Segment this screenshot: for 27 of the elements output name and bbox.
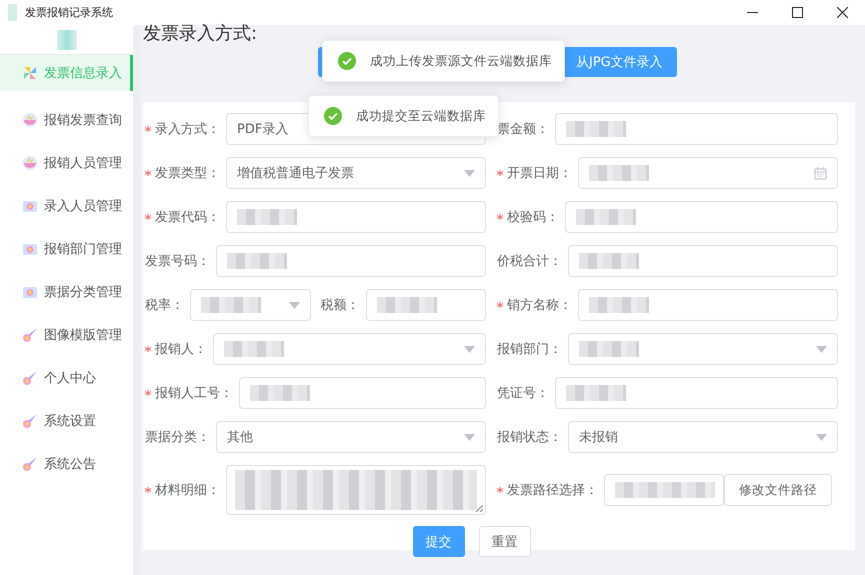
field-value: 增值税普通电子发票	[237, 164, 354, 182]
page-heading: 发票录入方式:	[143, 25, 258, 46]
field-label: 报销人：	[155, 341, 207, 358]
field-label: 票据分类：	[145, 429, 210, 446]
field-label: 开票日期：	[507, 165, 572, 182]
field-label: 发票类型：	[155, 165, 220, 182]
field-label: 税额：	[320, 297, 360, 314]
field-value: 未报销	[579, 429, 618, 446]
field-value: PDF录入	[237, 121, 288, 138]
field-label: 校验码：	[507, 209, 559, 226]
field-label: 报销人工号：	[155, 385, 233, 402]
field-label: 材料明细：	[155, 482, 220, 499]
window-title: 发票报销记录系统	[25, 5, 113, 20]
field-value: 其他	[227, 429, 253, 446]
field-label: 税率：	[145, 297, 184, 314]
field-label: 价税合计：	[497, 253, 562, 270]
success-toast: 成功上传发票源文件云端数据库	[322, 40, 565, 82]
field-label: 发票路径选择：	[507, 482, 598, 499]
field-label: 录入方式：	[155, 121, 220, 138]
field-label: 报销状态：	[497, 429, 562, 446]
field-label: 销方名称：	[507, 297, 572, 314]
field-label: 凭证号：	[497, 385, 549, 402]
field-label: 报销部门：	[497, 341, 562, 358]
success-toast: 成功提交至云端数据库	[308, 95, 499, 137]
field-label: 发票代码：	[155, 209, 220, 226]
field-label: 发票号码：	[145, 253, 210, 270]
field-label: 票金额：	[497, 121, 549, 138]
